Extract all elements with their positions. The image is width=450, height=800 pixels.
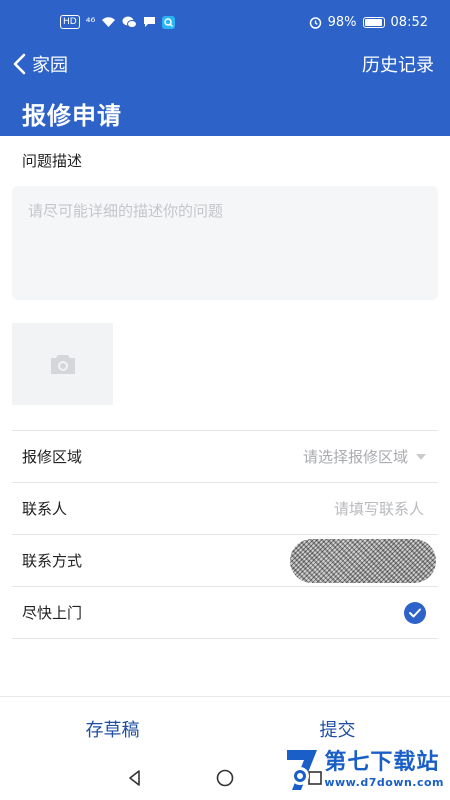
back-label: 家园 xyxy=(32,55,68,76)
repair-area-placeholder: 请选择报修区域 xyxy=(302,448,408,466)
watermark-text: 第七下载站 www.d7down.com xyxy=(324,750,444,789)
home-circle-icon[interactable] xyxy=(215,768,235,788)
camera-icon xyxy=(50,355,75,374)
photo-upload[interactable] xyxy=(12,323,113,405)
phone-input-redacted[interactable] xyxy=(290,538,436,583)
status-left: HD ⁴⁶ xyxy=(60,15,176,29)
description-box xyxy=(12,186,438,300)
check-icon xyxy=(409,608,421,617)
phone-row: 联系方式 xyxy=(12,535,438,586)
message-icon xyxy=(144,17,156,27)
phone-label: 联系方式 xyxy=(22,552,83,570)
status-right: 98% 08:52 xyxy=(309,15,428,30)
watermark-url: www.d7down.com xyxy=(324,776,444,789)
watermark-logo-icon xyxy=(287,750,318,790)
chevron-left-icon xyxy=(13,53,26,75)
save-draft-button[interactable]: 存草稿 xyxy=(0,697,225,757)
status-bar: HD ⁴⁶ 98% 08:52 xyxy=(0,0,450,44)
page-title: 报修申请 xyxy=(0,84,450,136)
description-label: 问题描述 xyxy=(22,152,83,170)
hd-badge: HD xyxy=(60,15,80,29)
contact-label: 联系人 xyxy=(22,500,68,518)
divider xyxy=(12,638,438,639)
battery-percent: 98% xyxy=(327,14,357,30)
search-app-icon xyxy=(162,15,176,29)
clock: 08:52 xyxy=(390,14,428,30)
battery-fill xyxy=(364,18,383,26)
caret-down-icon xyxy=(416,453,426,460)
contact-row: 联系人 xyxy=(12,483,438,534)
back-button[interactable]: 家园 xyxy=(12,51,68,77)
watermark: 第七下载站 www.d7down.com xyxy=(284,748,444,792)
asap-row: 尽快上门 xyxy=(12,587,438,638)
nav-bar: 家园 历史记录 xyxy=(0,44,450,84)
wechat-icon xyxy=(122,16,138,28)
network-indicator: ⁴⁶ xyxy=(85,15,96,29)
description-input[interactable] xyxy=(26,198,428,292)
history-button[interactable]: 历史记录 xyxy=(362,51,434,77)
watermark-title: 第七下载站 xyxy=(324,750,440,775)
repair-area-label: 报修区域 xyxy=(22,448,83,466)
alarm-icon xyxy=(309,16,321,29)
repair-area-row[interactable]: 报修区域 请选择报修区域 xyxy=(12,431,438,482)
asap-label: 尽快上门 xyxy=(22,604,83,622)
repair-area-select[interactable]: 请选择报修区域 xyxy=(303,446,426,467)
asap-checkbox[interactable] xyxy=(404,601,426,624)
battery-icon xyxy=(362,16,385,28)
contact-input[interactable] xyxy=(262,498,426,519)
wifi-icon xyxy=(102,17,116,27)
back-triangle-icon[interactable] xyxy=(125,768,145,788)
